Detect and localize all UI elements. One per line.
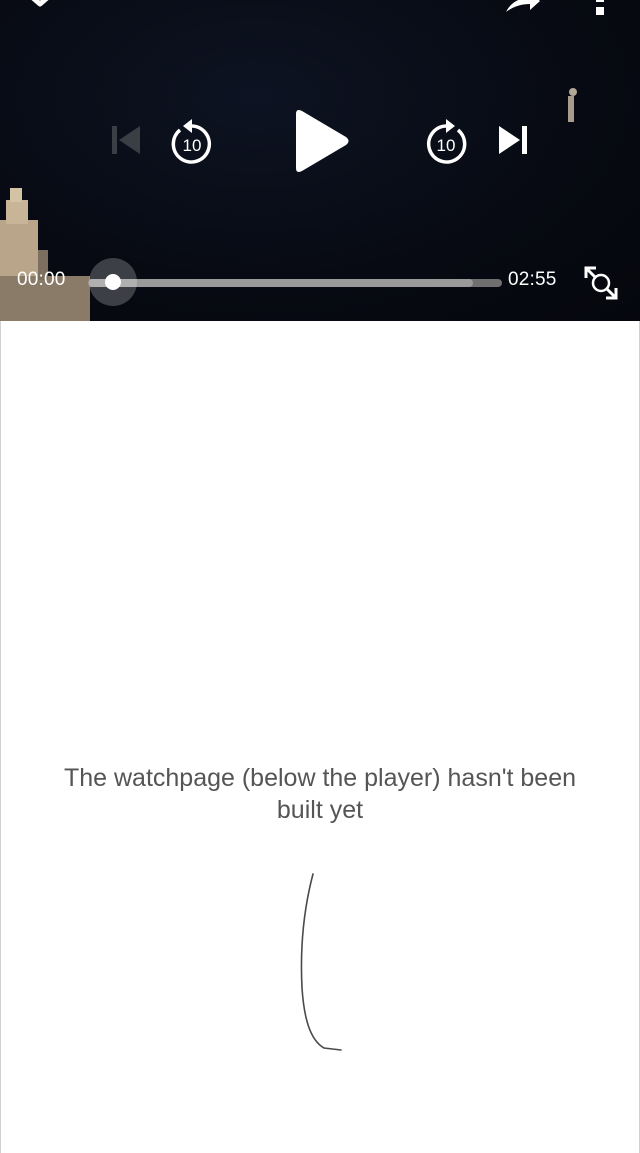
replay-10-icon[interactable]: 10 xyxy=(168,116,216,166)
skip-previous-icon[interactable] xyxy=(108,122,144,158)
video-player[interactable]: 10 10 00:00 02:55 xyxy=(0,0,640,321)
play-icon[interactable] xyxy=(288,106,352,176)
seek-buffered xyxy=(88,279,474,287)
forward-seconds-label: 10 xyxy=(437,136,456,155)
skip-next-icon[interactable] xyxy=(496,122,532,158)
current-time: 00:00 xyxy=(17,269,66,290)
page-border-left xyxy=(0,321,1,1153)
forward-10-icon[interactable]: 10 xyxy=(422,116,470,166)
more-vert-icon[interactable] xyxy=(594,0,606,18)
seek-bar[interactable] xyxy=(88,279,502,287)
duration: 02:55 xyxy=(508,269,557,290)
hand-drawn-scribble xyxy=(300,873,342,1051)
rewind-seconds-label: 10 xyxy=(183,136,202,155)
placeholder-message: The watchpage (below the player) hasn't … xyxy=(63,764,577,824)
fullscreen-icon[interactable] xyxy=(582,264,620,302)
chevron-down-icon[interactable] xyxy=(18,0,62,16)
video-frame-building xyxy=(0,188,90,321)
share-icon[interactable] xyxy=(502,0,542,16)
video-frame-figure xyxy=(568,88,577,122)
seek-thumb[interactable] xyxy=(105,274,121,290)
